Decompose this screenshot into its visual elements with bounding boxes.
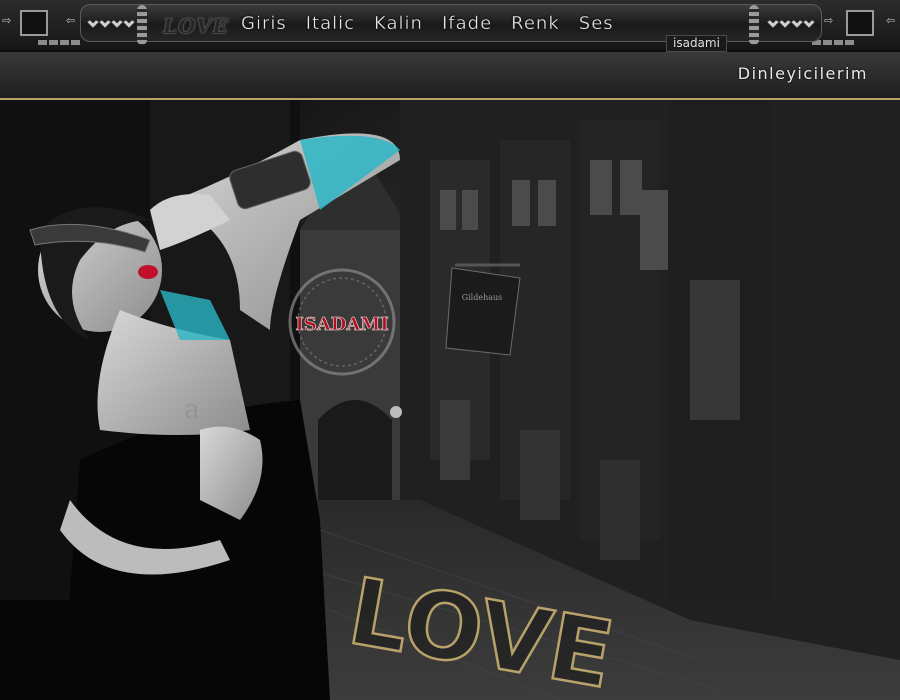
listeners-link[interactable]: Dinleyicilerim (738, 64, 868, 83)
menu-logo: LOVE (163, 14, 229, 38)
heart-chain-icon (765, 19, 817, 33)
watermark-letter: a (184, 395, 200, 425)
menu-item-ses[interactable]: Ses (579, 13, 614, 34)
right-mini-squares (812, 40, 854, 45)
background-scene: Gildehaus ISADAMI a LOVE (0, 100, 900, 700)
right-arrow-icon[interactable]: ⇨ (824, 14, 833, 28)
menu-item-ifade[interactable]: Ifade (442, 13, 492, 34)
scene-illustration: Gildehaus ISADAMI a LOVE (0, 100, 900, 700)
street-lamp (390, 406, 402, 418)
menu-item-kalin[interactable]: Kalin (374, 13, 423, 34)
chain-icon (749, 5, 759, 45)
right-arrow-icon[interactable]: ⇦ (886, 14, 895, 28)
left-arrow-icon[interactable]: ⇨ (2, 14, 11, 28)
chain-icon (137, 5, 147, 45)
left-mini-squares (38, 40, 80, 45)
shop-sign: Gildehaus (445, 263, 521, 356)
right-color-box[interactable] (846, 10, 874, 36)
menu-items: Giris Italic Kalin Ifade Renk Ses (241, 13, 633, 34)
left-color-box[interactable] (20, 10, 48, 36)
shop-sign-text: Gildehaus (462, 293, 503, 302)
top-toolbar: ⇨ ⇦ ⇨ ⇦ LOVE Giris Italic Kalin Ifade Re… (0, 0, 900, 52)
menu-item-giris[interactable]: Giris (241, 13, 287, 34)
sub-header-bar: Dinleyicilerim (0, 52, 900, 100)
heart-chain-icon (85, 19, 137, 33)
menu-item-renk[interactable]: Renk (511, 13, 560, 34)
left-arrow-icon[interactable]: ⇦ (66, 14, 75, 28)
user-name-tag[interactable]: isadami (666, 35, 727, 52)
stamp-text: ISADAMI (295, 314, 388, 335)
menu-item-italic[interactable]: Italic (306, 13, 355, 34)
